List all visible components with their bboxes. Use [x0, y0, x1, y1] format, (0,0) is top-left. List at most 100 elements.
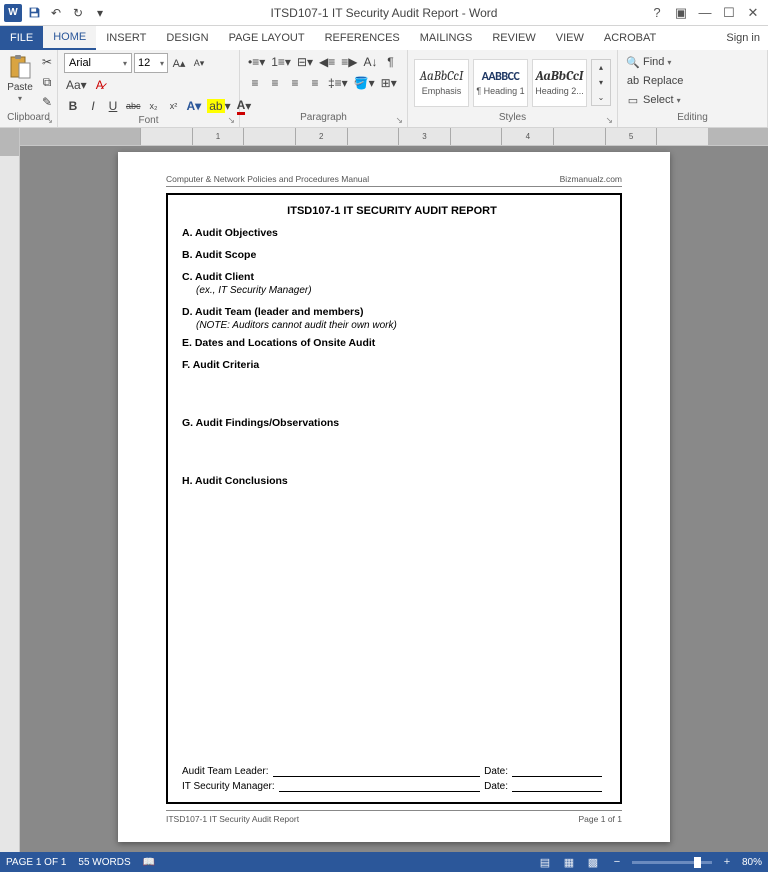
footer-left: ITSD107-1 IT Security Audit Report: [166, 814, 299, 824]
close-icon[interactable]: ✕: [742, 3, 764, 23]
text-effects-icon[interactable]: A▾: [185, 97, 204, 115]
section-h: H. Audit Conclusions: [182, 475, 602, 487]
paragraph-launcher-icon[interactable]: ↘: [395, 115, 403, 126]
vertical-ruler[interactable]: [0, 128, 20, 852]
justify-icon[interactable]: ≡: [306, 74, 324, 92]
signature-line-1: Audit Team Leader: Date:: [182, 766, 602, 777]
document-scroll-area[interactable]: Computer & Network Policies and Procedur…: [20, 146, 768, 852]
styles-launcher-icon[interactable]: ↘: [605, 115, 613, 126]
section-c-sub: (ex., IT Security Manager): [196, 285, 602, 296]
section-d-sub: (NOTE: Auditors cannot audit their own w…: [196, 320, 602, 331]
zoom-thumb[interactable]: [694, 857, 701, 868]
group-editing: 🔍Find▾ abReplace ▭Select▾ Editing: [618, 50, 768, 127]
font-name-combo[interactable]: Arial▾: [64, 53, 132, 73]
font-size-combo[interactable]: 12▾: [134, 53, 168, 73]
status-words[interactable]: 55 WORDS: [78, 857, 130, 868]
shrink-font-icon[interactable]: A▾: [190, 54, 208, 72]
view-web-icon[interactable]: ▩: [584, 854, 602, 870]
view-read-icon[interactable]: ▤: [536, 854, 554, 870]
tab-review[interactable]: REVIEW: [482, 26, 545, 50]
status-proofing-icon[interactable]: 📖: [143, 857, 155, 868]
page-footer: ITSD107-1 IT Security Audit Report Page …: [166, 810, 622, 824]
tab-mailings[interactable]: MAILINGS: [410, 26, 483, 50]
word-app-icon[interactable]: W: [4, 4, 22, 22]
tab-view[interactable]: VIEW: [546, 26, 594, 50]
borders-icon[interactable]: ⊞▾: [379, 74, 399, 92]
sign-in-link[interactable]: Sign in: [718, 26, 768, 50]
paste-button[interactable]: Paste ▾: [6, 53, 34, 103]
status-page[interactable]: PAGE 1 OF 1: [6, 857, 66, 868]
tab-acrobat[interactable]: ACROBAT: [594, 26, 666, 50]
align-center-icon[interactable]: ≡: [266, 74, 284, 92]
page-header: Computer & Network Policies and Procedur…: [166, 174, 622, 187]
zoom-slider[interactable]: [632, 861, 712, 864]
title-bar: W ↶ ↻ ▾ ITSD107-1 IT Security Audit Repo…: [0, 0, 768, 26]
show-marks-icon[interactable]: ¶: [382, 53, 400, 71]
redo-icon[interactable]: ↻: [68, 3, 88, 23]
bullets-icon[interactable]: •≡▾: [246, 53, 267, 71]
decrease-indent-icon[interactable]: ◀≡: [317, 53, 337, 71]
tab-page-layout[interactable]: PAGE LAYOUT: [219, 26, 315, 50]
zoom-level[interactable]: 80%: [742, 857, 762, 868]
underline-button[interactable]: U: [104, 97, 122, 115]
strikethrough-button[interactable]: abc: [124, 97, 143, 115]
find-button[interactable]: 🔍Find▾: [624, 53, 685, 71]
bold-button[interactable]: B: [64, 97, 82, 115]
maximize-icon[interactable]: ☐: [718, 3, 740, 23]
section-b: B. Audit Scope: [182, 249, 602, 261]
multilevel-list-icon[interactable]: ⊟▾: [295, 53, 315, 71]
cut-icon[interactable]: ✂: [38, 53, 56, 71]
section-c: C. Audit Client: [182, 271, 602, 283]
tab-insert[interactable]: INSERT: [96, 26, 156, 50]
select-button[interactable]: ▭Select▾: [624, 91, 685, 109]
chevron-down-icon: ▾: [18, 94, 22, 103]
tab-home[interactable]: HOME: [43, 26, 96, 50]
align-left-icon[interactable]: ≡: [246, 74, 264, 92]
tab-references[interactable]: REFERENCES: [315, 26, 410, 50]
numbering-icon[interactable]: 1≡▾: [269, 53, 293, 71]
superscript-button[interactable]: x²: [165, 97, 183, 115]
styles-scroll-up-icon[interactable]: ▴: [592, 60, 610, 75]
line-spacing-icon[interactable]: ‡≡▾: [326, 74, 350, 92]
styles-scroll-down-icon[interactable]: ▾: [592, 75, 610, 90]
copy-icon[interactable]: ⧉: [38, 73, 56, 91]
highlight-icon[interactable]: ab▾: [205, 97, 232, 115]
horizontal-ruler[interactable]: 12345: [20, 128, 768, 146]
undo-icon[interactable]: ↶: [46, 3, 66, 23]
paste-icon: [6, 53, 34, 81]
styles-expand-icon[interactable]: ⌄: [592, 90, 610, 105]
sort-icon[interactable]: A↓: [361, 53, 379, 71]
save-icon[interactable]: [24, 3, 44, 23]
zoom-in-icon[interactable]: +: [718, 854, 736, 870]
view-print-icon[interactable]: ▦: [560, 854, 578, 870]
clear-formatting-icon[interactable]: A̷: [91, 76, 109, 94]
increase-indent-icon[interactable]: ≡▶: [339, 53, 359, 71]
tab-design[interactable]: DESIGN: [156, 26, 218, 50]
replace-button[interactable]: abReplace: [624, 72, 685, 90]
grow-font-icon[interactable]: A▴: [170, 54, 188, 72]
document-page[interactable]: Computer & Network Policies and Procedur…: [118, 152, 670, 842]
quick-access-toolbar: W ↶ ↻ ▾: [0, 3, 110, 23]
section-e: E. Dates and Locations of Onsite Audit: [182, 337, 602, 349]
clipboard-launcher-icon[interactable]: ↘: [45, 115, 53, 126]
style-emphasis[interactable]: AaBbCcI Emphasis: [414, 59, 469, 107]
font-launcher-icon[interactable]: ↘: [227, 115, 235, 126]
shading-icon[interactable]: 🪣▾: [352, 74, 377, 92]
minimize-icon[interactable]: —: [694, 3, 716, 23]
zoom-out-icon[interactable]: −: [608, 854, 626, 870]
change-case-icon[interactable]: Aa▾: [64, 76, 89, 94]
qat-customize-icon[interactable]: ▾: [90, 3, 110, 23]
header-right: Bizmanualz.com: [560, 174, 622, 184]
help-icon[interactable]: ?: [646, 3, 668, 23]
format-painter-icon[interactable]: ✎: [38, 93, 56, 111]
subscript-button[interactable]: x₂: [145, 97, 163, 115]
align-right-icon[interactable]: ≡: [286, 74, 304, 92]
chevron-down-icon: ▾: [123, 59, 127, 68]
ruler-ticks: 12345: [140, 128, 708, 145]
italic-button[interactable]: I: [84, 97, 102, 115]
style-heading1[interactable]: AABBCC ¶ Heading 1: [473, 59, 528, 107]
style-heading2[interactable]: AaBbCcI Heading 2...: [532, 59, 587, 107]
tab-file[interactable]: FILE: [0, 26, 43, 50]
chevron-down-icon: ▾: [160, 59, 164, 68]
ribbon-display-icon[interactable]: ▣: [670, 3, 692, 23]
